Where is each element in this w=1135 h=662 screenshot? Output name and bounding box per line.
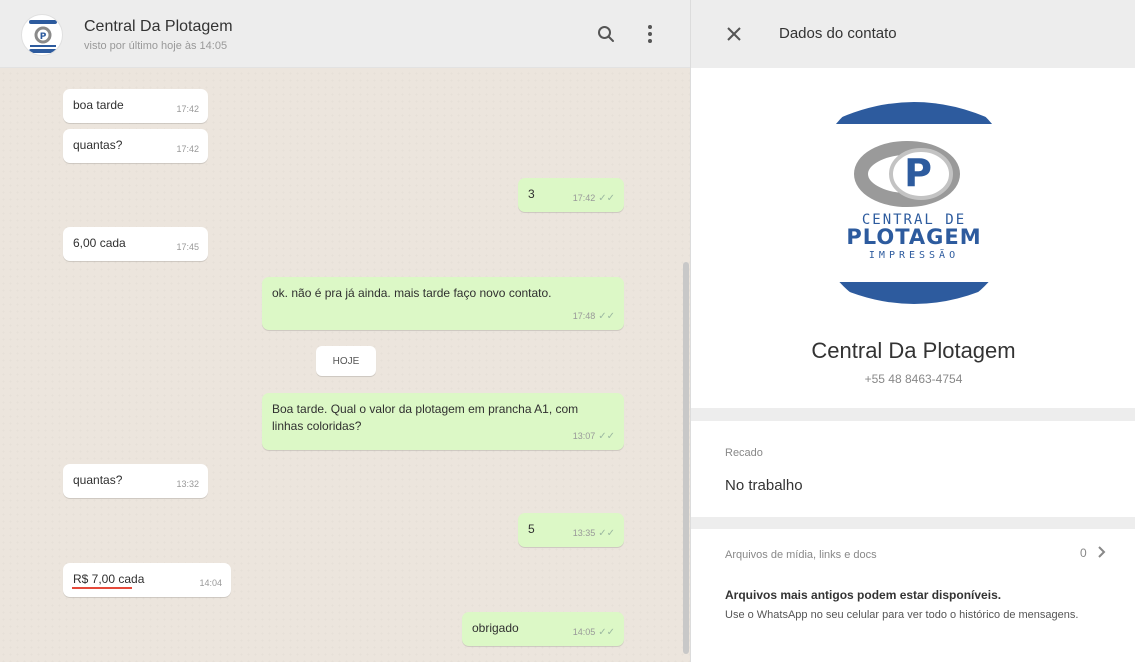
message-time: 13:32 [176,479,199,489]
message-incoming[interactable]: R$ 7,00 cada 14:04 [63,563,231,597]
chat-scrollbar[interactable] [683,262,689,654]
svg-text:P: P [904,151,932,195]
contact-info-panel: Dados do contato P CENTRAL DE PLOTAGEM I… [690,0,1135,662]
message-outgoing[interactable]: ok. não é pra já ainda. mais tarde faço … [262,277,624,330]
panel-title: Dados do contato [779,25,897,42]
older-files-title: Arquivos mais antigos podem estar dispon… [725,588,1002,602]
message-text: 3 [528,187,535,201]
message-text: quantas? [73,138,123,152]
message-time: 17:48 ✓✓ [572,311,615,322]
menu-dots-icon [648,25,652,43]
message-text: 5 [528,522,535,536]
media-label[interactable]: Arquivos de mídia, links e docs [725,549,877,561]
message-time: 17:45 [176,242,199,252]
older-files-body: Use o WhatsApp no seu celular para ver t… [725,609,1079,621]
svg-text:P: P [40,32,47,42]
message-time: 17:42 [176,104,199,114]
message-time: 13:35 ✓✓ [572,528,615,539]
message-text: Boa tarde. Qual o valor da plotagem em p… [272,402,579,433]
double-check-icon: ✓✓ [598,627,615,638]
close-button[interactable] [723,23,745,45]
contact-phone: +55 48 8463-4754 [864,372,963,386]
chevron-right-icon [1098,546,1106,558]
date-divider: HOJE [316,346,376,376]
search-icon [598,26,614,42]
message-time: 17:42 ✓✓ [572,193,615,204]
message-text: obrigado [472,621,519,635]
media-section: Arquivos de mídia, links e docs 0 Arquiv… [691,529,1135,662]
contact-name: Central Da Plotagem [811,338,1016,363]
about-label: Recado [725,447,763,459]
message-outgoing[interactable]: Boa tarde. Qual o valor da plotagem em p… [262,393,624,450]
media-count: 0 [1079,546,1087,560]
menu-button[interactable] [636,20,664,48]
message-text: 6,00 cada [73,236,126,250]
message-text: quantas? [73,473,123,487]
double-check-icon: ✓✓ [598,528,615,539]
message-incoming[interactable]: 6,00 cada 17:45 [63,227,208,261]
profile-photo[interactable]: P CENTRAL DE PLOTAGEM IMPRESSÃO [809,86,1019,316]
about-value: No trabalho [725,477,803,494]
message-outgoing[interactable]: 3 17:42 ✓✓ [518,178,624,212]
message-time: 13:07 ✓✓ [572,431,615,442]
highlight-underline [72,587,132,589]
close-icon [727,27,741,41]
message-incoming[interactable]: quantas? 17:42 [63,129,208,163]
avatar[interactable]: P [21,14,63,56]
chat-last-seen: visto por último hoje às 14:05 [84,40,228,52]
message-time: 14:04 [199,578,222,588]
media-count-link[interactable]: 0 [1080,546,1106,560]
message-text: R$ 7,00 cada [73,572,145,586]
logo-line-3: IMPRESSÃO [869,248,959,261]
double-check-icon: ✓✓ [598,311,615,322]
double-check-icon: ✓✓ [598,431,615,442]
message-text: ok. não é pra já ainda. mais tarde faço … [272,286,552,300]
message-outgoing[interactable]: obrigado 14:05 ✓✓ [462,612,624,646]
profile-section: P CENTRAL DE PLOTAGEM IMPRESSÃO Central … [691,68,1135,408]
message-text: boa tarde [73,98,124,112]
contact-panel-header: Dados do contato [691,0,1135,68]
chat-contact-name[interactable]: Central Da Plotagem [84,18,233,36]
search-button[interactable] [592,20,620,48]
logo-line-2: PLOTAGEM [846,225,981,249]
message-incoming[interactable]: quantas? 13:32 [63,464,208,498]
message-incoming[interactable]: boa tarde 17:42 [63,89,208,123]
chat-header[interactable]: P Central Da Plotagem visto por último h… [0,0,690,68]
chat-pane: boa tarde 17:42 quantas? 17:42 3 17:42 ✓✓… [0,0,690,662]
about-section: Recado No trabalho [691,421,1135,517]
company-logo-icon: P [29,20,57,53]
message-time: 14:05 ✓✓ [572,627,615,638]
message-time: 17:42 [176,144,199,154]
message-outgoing[interactable]: 5 13:35 ✓✓ [518,513,624,547]
company-logo-icon: P CENTRAL DE PLOTAGEM IMPRESSÃO [827,102,1001,304]
double-check-icon: ✓✓ [598,193,615,204]
